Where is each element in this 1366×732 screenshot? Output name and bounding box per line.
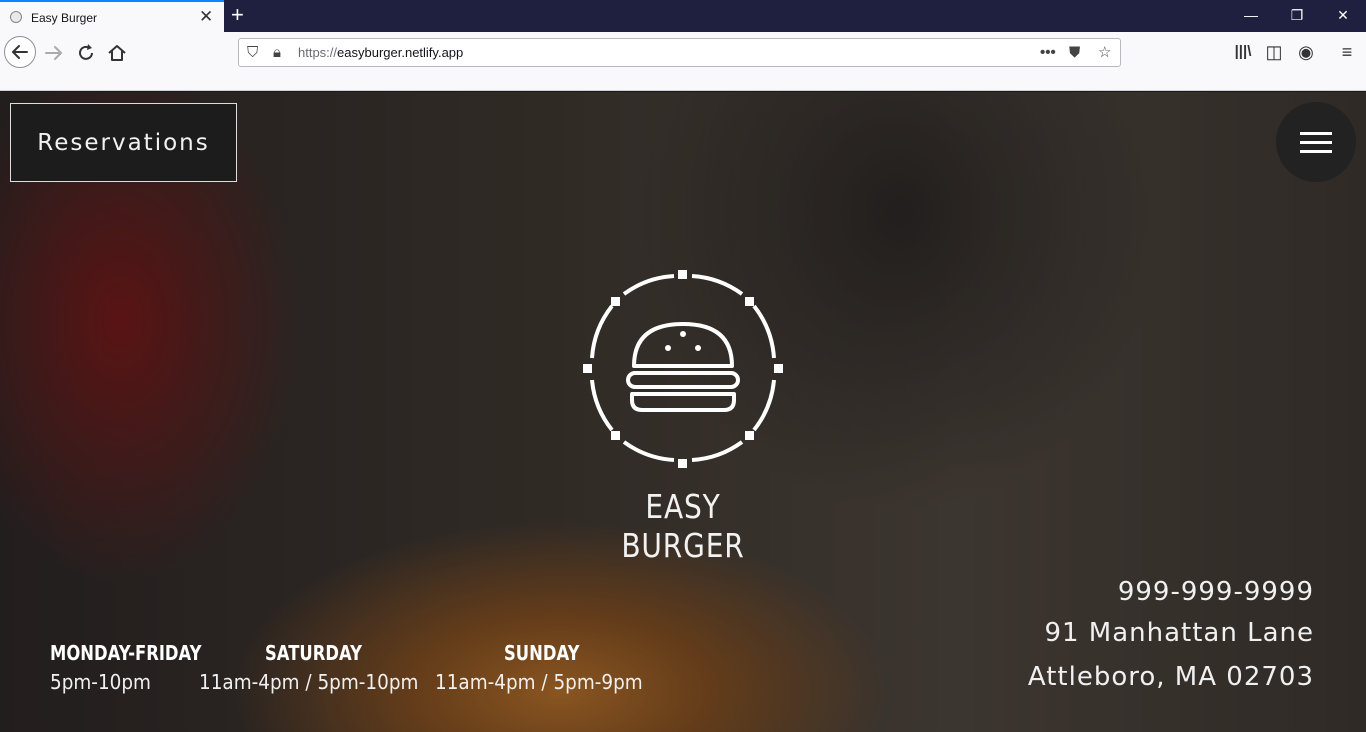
hours-time-saturday: 11am-4pm / 5pm-10pm [199,670,419,694]
shield-icon[interactable]: ⛉ [247,43,258,63]
phone-number[interactable]: 999-999-9999 [1118,577,1314,607]
menu-line-icon [1300,150,1332,153]
sidebar-icon[interactable]: ◫ [1263,42,1285,64]
hours-day-saturday: SATURDAY [265,641,362,665]
hours-day-weekdays: MONDAY-FRIDAY [50,641,202,665]
account-icon[interactable]: ◉ [1295,42,1317,64]
burger-logo-icon [583,270,783,468]
tab-title: Easy Burger [31,11,98,25]
address-street: 91 Manhattan Lane [1044,618,1314,648]
close-window-icon[interactable]: ✕ [1333,5,1353,25]
hours-day-sunday: SUNDAY [504,641,580,665]
browser-tab[interactable]: Easy Burger ✕ [0,0,224,32]
address-city: Attleboro, MA 02703 [1027,662,1314,692]
lock-icon[interactable]: 🔒︎ [273,43,281,63]
hours-time-weekdays: 5pm-10pm [50,670,151,694]
hamburger-menu-button[interactable] [1276,102,1356,182]
brand-name: EASY BURGER [621,487,745,565]
restore-window-icon[interactable]: ❐ [1287,5,1307,25]
library-icon[interactable]: |||\ [1232,42,1254,64]
menu-line-icon [1300,141,1332,144]
hero-section: Reservations EASY BURGER MONDAY-FRIDAY 5… [0,92,1366,732]
address-bar[interactable]: ⛉ 🔒︎ https://easyburger.netlify.app ••• … [238,38,1121,67]
back-button[interactable] [4,36,36,68]
bookmark-star-icon[interactable]: ☆ [1098,43,1111,63]
back-arrow-icon [11,45,28,59]
menu-line-icon [1300,132,1332,135]
forward-arrow-icon[interactable] [43,42,65,64]
minimize-window-icon[interactable]: — [1241,5,1261,25]
browser-tab-bar: Easy Burger ✕ + — ❐ ✕ [0,0,1366,32]
home-icon[interactable] [106,42,128,64]
site-favicon-icon [10,11,22,23]
close-tab-icon[interactable]: ✕ [199,8,213,26]
reservations-button[interactable]: Reservations [10,103,237,182]
new-tab-icon[interactable]: + [231,3,244,27]
url-text[interactable]: https://easyburger.netlify.app [298,45,463,60]
app-menu-icon[interactable]: ≡ [1336,42,1358,64]
browser-nav-bar: ⛉ 🔒︎ https://easyburger.netlify.app ••• … [0,32,1366,91]
reload-icon[interactable] [75,42,97,64]
page-actions-icon[interactable]: ••• [1040,43,1056,63]
pocket-icon[interactable]: ⛊ [1069,43,1080,63]
hours-time-sunday: 11am-4pm / 5pm-9pm [435,670,643,694]
